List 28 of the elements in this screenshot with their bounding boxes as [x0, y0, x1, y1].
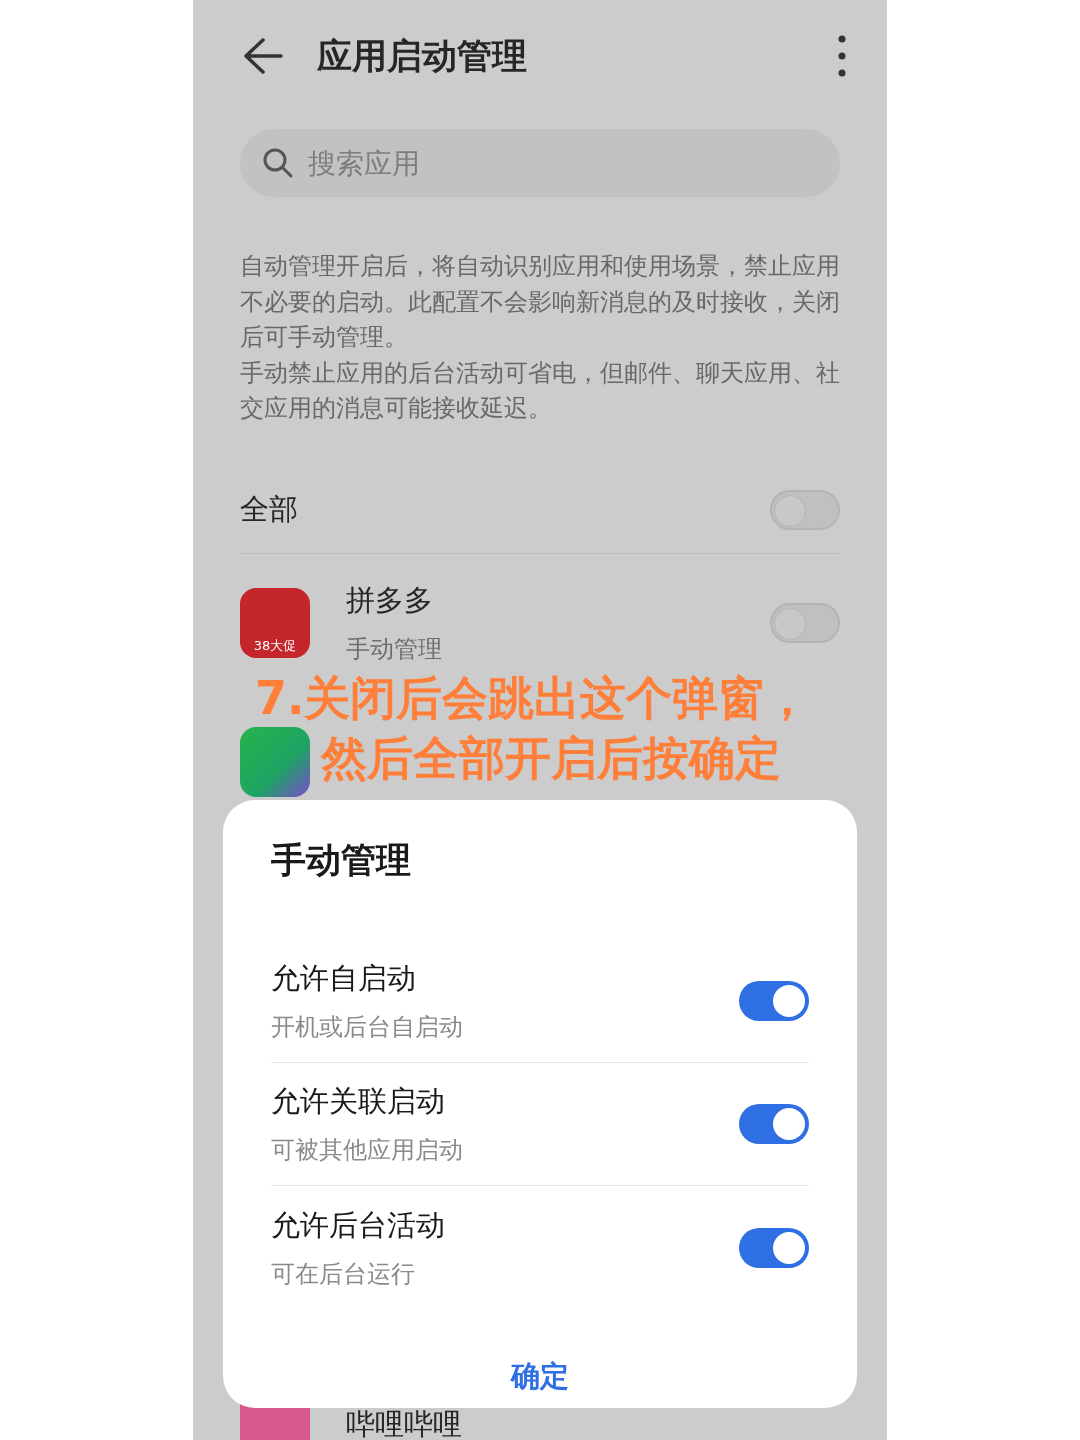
option-subtitle: 可被其他应用启动 — [271, 1135, 464, 1166]
more-icon[interactable] — [837, 34, 847, 78]
search-field[interactable]: 搜索应用 — [240, 129, 840, 197]
annotation-text: 然后全部开启后按确定 — [321, 730, 781, 787]
toggle-switch[interactable] — [739, 981, 809, 1021]
toggle-switch[interactable] — [739, 1227, 809, 1268]
app-name: 哔哩哔哩 — [346, 1406, 463, 1440]
description-text: 自动管理开启后，将自动识别应用和使用场景，禁止应用不必要的启动。此配置不会影响新消息的及时接收，关闭后可手动管理。 — [240, 251, 840, 353]
app-status: 手动管理 — [346, 634, 443, 665]
confirm-button[interactable]: 确定 — [491, 1351, 589, 1403]
search-icon — [262, 147, 294, 179]
description-text: 手动禁止应用的后台活动可省电，但邮件、聊天应用、社交应用的消息可能接收延迟。 — [240, 357, 840, 424]
toggle-switch[interactable] — [739, 1104, 809, 1144]
toggle-switch[interactable] — [770, 603, 840, 643]
app-icon — [240, 727, 310, 797]
page-title: 应用启动管理 — [317, 34, 528, 78]
option-label: 允许自启动 — [271, 960, 417, 997]
option-subtitle: 开机或后台自启动 — [271, 1012, 464, 1043]
annotation-text: 7.关闭后会跳出这个弹窗， — [255, 670, 811, 727]
app-icon: 38大促 — [240, 588, 310, 658]
back-icon[interactable] — [241, 35, 283, 77]
toggle-switch[interactable] — [770, 489, 840, 530]
all-label: 全部 — [240, 490, 299, 528]
option-label: 允许关联启动 — [271, 1083, 446, 1120]
option-subtitle: 可在后台运行 — [271, 1258, 416, 1290]
option-label: 允许后台活动 — [271, 1206, 446, 1244]
app-name: 拼多多 — [346, 582, 434, 619]
dialog-title: 手动管理 — [271, 838, 412, 882]
